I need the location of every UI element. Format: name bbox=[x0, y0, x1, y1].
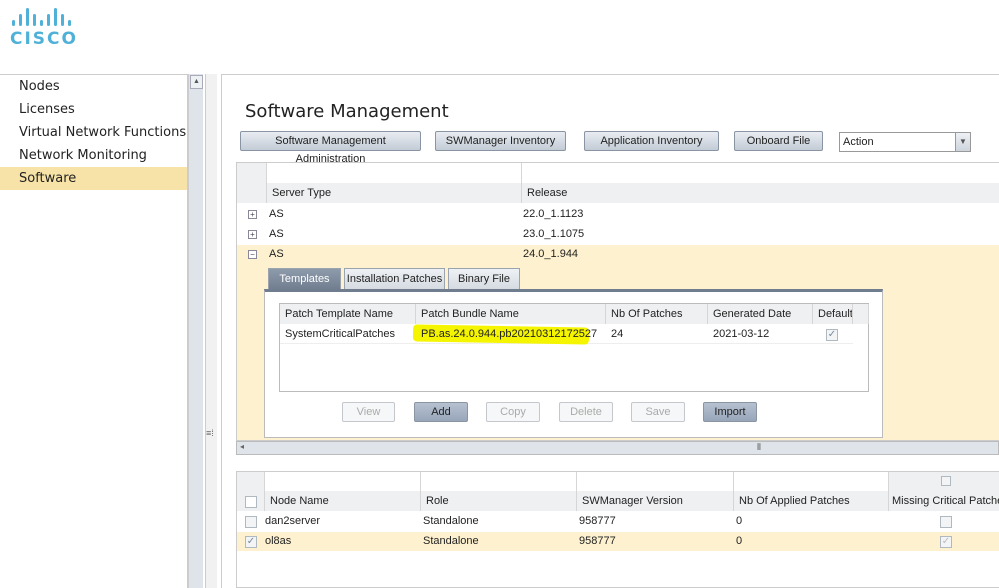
sidebar-scrollbar[interactable]: ▲ bbox=[188, 74, 203, 588]
row-checkbox[interactable] bbox=[245, 516, 257, 528]
column-patch-bundle-name[interactable]: Patch Bundle Name bbox=[416, 304, 606, 324]
templates-table: Patch Template Name Patch Bundle Name Nb… bbox=[279, 303, 869, 392]
swmanager-inventory-button[interactable]: SWManager Inventory bbox=[435, 131, 566, 151]
action-select-value: Action bbox=[843, 136, 874, 148]
logo-text: CISCO bbox=[10, 29, 78, 49]
missing-critical-checkbox bbox=[940, 516, 952, 528]
view-button[interactable]: View bbox=[342, 402, 395, 422]
table-row-selected[interactable]: ✓ ol8as Standalone 958777 0 ✓ bbox=[237, 532, 999, 551]
collapse-minus-icon[interactable]: − bbox=[248, 250, 257, 259]
delete-button[interactable]: Delete bbox=[559, 402, 613, 422]
table-row[interactable]: + AS 23.0_1.1075 bbox=[237, 225, 999, 244]
sidebar-nav: Nodes Licenses Virtual Network Functions… bbox=[0, 74, 188, 588]
sidebar-item-network-monitoring[interactable]: Network Monitoring bbox=[0, 144, 187, 167]
header-spacer bbox=[734, 472, 889, 491]
column-default[interactable]: Default bbox=[813, 304, 853, 324]
sidebar-item-licenses[interactable]: Licenses bbox=[0, 98, 187, 121]
column-nb-applied-patches[interactable]: Nb Of Applied Patches bbox=[734, 491, 889, 511]
panel-splitter[interactable]: ≡⁞ bbox=[205, 74, 217, 588]
grid-corner bbox=[237, 163, 267, 203]
column-nb-patches[interactable]: Nb Of Patches bbox=[606, 304, 708, 324]
sidebar-item-software[interactable]: Software bbox=[0, 167, 187, 190]
header-spacer bbox=[265, 472, 421, 491]
cisco-bars-icon bbox=[12, 8, 80, 26]
row-checkbox[interactable]: ✓ bbox=[245, 536, 257, 548]
splitter-grip-icon: ≡⁞ bbox=[206, 428, 214, 438]
missing-critical-checkbox: ✓ bbox=[940, 536, 952, 548]
template-name: SystemCriticalPatches bbox=[285, 328, 396, 340]
release: 22.0_1.1123 bbox=[523, 208, 584, 220]
application-inventory-button[interactable]: Application Inventory bbox=[584, 131, 719, 151]
server-type: AS bbox=[269, 208, 284, 220]
swmanager-version: 958777 bbox=[579, 515, 616, 527]
sw-mgmt-admin-button[interactable]: Software Management Administration bbox=[240, 131, 421, 165]
sidebar-item-nodes[interactable]: Nodes bbox=[0, 75, 187, 98]
default-checkbox[interactable]: ✓ bbox=[826, 329, 838, 341]
scroll-grip-icon[interactable]: ⦀ bbox=[757, 442, 761, 453]
expand-plus-icon[interactable]: + bbox=[248, 210, 257, 219]
applied-patches: 0 bbox=[736, 535, 743, 547]
page-title: Software Management bbox=[245, 101, 449, 122]
column-release[interactable]: Release bbox=[522, 183, 999, 203]
header-spacer bbox=[421, 472, 577, 491]
node-name: ol8as bbox=[265, 535, 292, 547]
tab-installation-patches[interactable]: Installation Patches bbox=[344, 268, 445, 290]
header-filler bbox=[853, 304, 869, 324]
save-button[interactable]: Save bbox=[631, 402, 685, 422]
column-swmanager-version[interactable]: SWManager Version bbox=[577, 491, 734, 511]
bundle-name: PB.as.24.0.944.pb20210312172527 bbox=[421, 328, 598, 340]
column-missing-critical-patches[interactable]: Missing Critical Patches bbox=[889, 491, 999, 511]
table-row[interactable]: dan2server Standalone 958777 0 bbox=[237, 512, 999, 531]
header-spacer bbox=[522, 163, 999, 183]
copy-button[interactable]: Copy bbox=[486, 402, 540, 422]
scroll-up-icon[interactable]: ▲ bbox=[190, 75, 203, 89]
onboard-file-button[interactable]: Onboard File bbox=[734, 131, 823, 151]
column-generated-date[interactable]: Generated Date bbox=[708, 304, 813, 324]
add-button[interactable]: Add bbox=[414, 402, 468, 422]
horizontal-scrollbar[interactable]: ◂ ⦀ bbox=[236, 441, 999, 455]
node-name: dan2server bbox=[265, 515, 321, 527]
header-spacer bbox=[267, 163, 522, 183]
expand-plus-icon[interactable]: + bbox=[248, 230, 257, 239]
release: 23.0_1.1075 bbox=[523, 228, 585, 240]
cisco-logo: CISCO bbox=[10, 8, 80, 49]
import-button[interactable]: Import bbox=[703, 402, 757, 422]
table-row[interactable]: + AS 22.0_1.1123 bbox=[237, 205, 999, 224]
column-options-icon[interactable] bbox=[941, 476, 951, 486]
action-select[interactable]: Action ▼ bbox=[839, 132, 971, 152]
column-server-type[interactable]: Server Type bbox=[267, 183, 522, 203]
sidebar-item-vnf[interactable]: Virtual Network Functions bbox=[0, 121, 187, 144]
scroll-left-icon[interactable]: ◂ bbox=[240, 442, 244, 451]
table-row[interactable]: SystemCriticalPatches PB.as.24.0.944.pb2… bbox=[280, 324, 853, 345]
server-type: AS bbox=[269, 248, 284, 260]
chevron-down-icon[interactable]: ▼ bbox=[955, 133, 970, 151]
header-spacer bbox=[577, 472, 734, 491]
tab-binary-file[interactable]: Binary File bbox=[448, 268, 520, 290]
swmanager-version: 958777 bbox=[579, 535, 616, 547]
generated-date: 2021-03-12 bbox=[713, 328, 770, 340]
header-spacer bbox=[889, 472, 999, 491]
tab-templates[interactable]: Templates bbox=[268, 268, 341, 290]
select-all-checkbox[interactable] bbox=[245, 496, 257, 508]
column-node-name[interactable]: Node Name bbox=[265, 491, 421, 511]
role: Standalone bbox=[423, 515, 479, 527]
node-grid: Node Name Role SWManager Version Nb Of A… bbox=[236, 471, 999, 588]
server-type: AS bbox=[269, 228, 284, 240]
column-role[interactable]: Role bbox=[421, 491, 577, 511]
release: 24.0_1.944 bbox=[523, 248, 579, 260]
applied-patches: 0 bbox=[736, 515, 743, 527]
column-patch-template-name[interactable]: Patch Template Name bbox=[280, 304, 416, 324]
nb-patches: 24 bbox=[611, 328, 624, 340]
role: Standalone bbox=[423, 535, 479, 547]
